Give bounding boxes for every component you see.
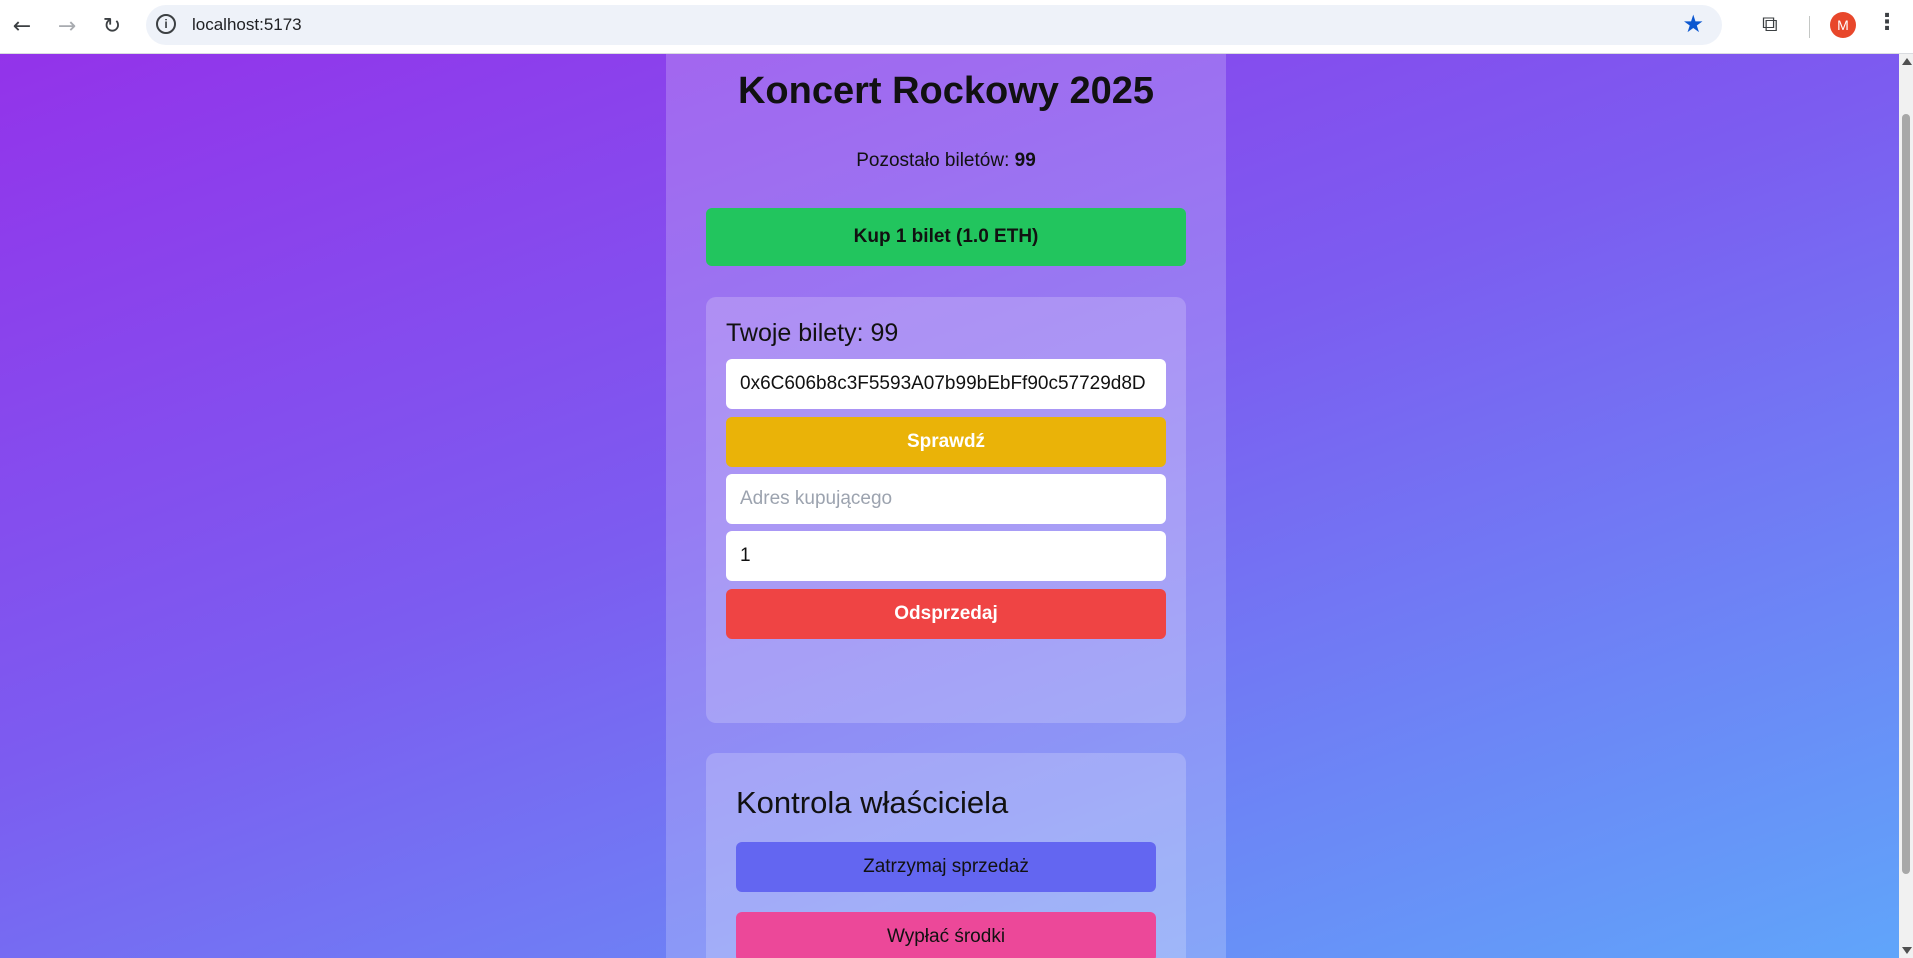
check-button[interactable]: Sprawdź [726,417,1166,467]
owner-control-heading: Kontrola właściciela [736,785,1009,820]
my-tickets-heading: Twoje bilety: 99 [726,319,899,347]
quantity-input[interactable]: 1 [726,531,1166,581]
browser-toolbar: ← → ↻ i localhost:5173 ★ ⧉ M ⋮ [0,0,1913,54]
page-background: Koncert Rockowy 2025 Pozostało biletów: … [0,54,1899,958]
vertical-scrollbar[interactable] [1899,54,1913,958]
scroll-thumb[interactable] [1902,114,1910,874]
my-tickets-card: Twoje bilety: 99 0x6C606b8c3F5593A07b99b… [706,297,1186,723]
scroll-up-arrow-icon[interactable] [1902,58,1912,65]
avatar[interactable]: M [1830,12,1856,38]
site-info-icon[interactable]: i [156,14,176,34]
puzzle-icon[interactable]: ⧉ [1762,12,1778,37]
withdraw-funds-button[interactable]: Wypłać środki [736,912,1156,958]
tickets-remaining: Pozostało biletów: 99 [666,150,1226,172]
page-title: Koncert Rockowy 2025 [737,70,1155,112]
address-bar[interactable]: i localhost:5173 ★ [146,5,1722,45]
forward-arrow-icon[interactable]: → [51,10,83,42]
tickets-remaining-value: 99 [1014,150,1036,171]
star-icon[interactable]: ★ [1682,10,1704,38]
main-panel: Koncert Rockowy 2025 Pozostało biletów: … [666,54,1226,958]
toolbar-divider [1809,16,1810,38]
back-arrow-icon[interactable]: ← [6,10,38,42]
buy-ticket-button[interactable]: Kup 1 bilet (1.0 ETH) [706,208,1186,266]
owner-control-card: Kontrola właściciela Zatrzymaj sprzedaż … [706,753,1186,958]
tickets-remaining-label: Pozostało biletów: [856,150,1010,171]
url-text[interactable]: localhost:5173 [192,15,302,35]
kebab-menu-icon[interactable]: ⋮ [1876,10,1898,35]
wallet-address-input[interactable]: 0x6C606b8c3F5593A07b99bEbFf90c57729d8D [726,359,1166,409]
buyer-address-input[interactable]: Adres kupującego [726,474,1166,524]
reload-icon[interactable]: ↻ [96,10,128,42]
scroll-down-arrow-icon[interactable] [1902,947,1912,954]
stop-sale-button[interactable]: Zatrzymaj sprzedaż [736,842,1156,892]
resell-button[interactable]: Odsprzedaj [726,589,1166,639]
